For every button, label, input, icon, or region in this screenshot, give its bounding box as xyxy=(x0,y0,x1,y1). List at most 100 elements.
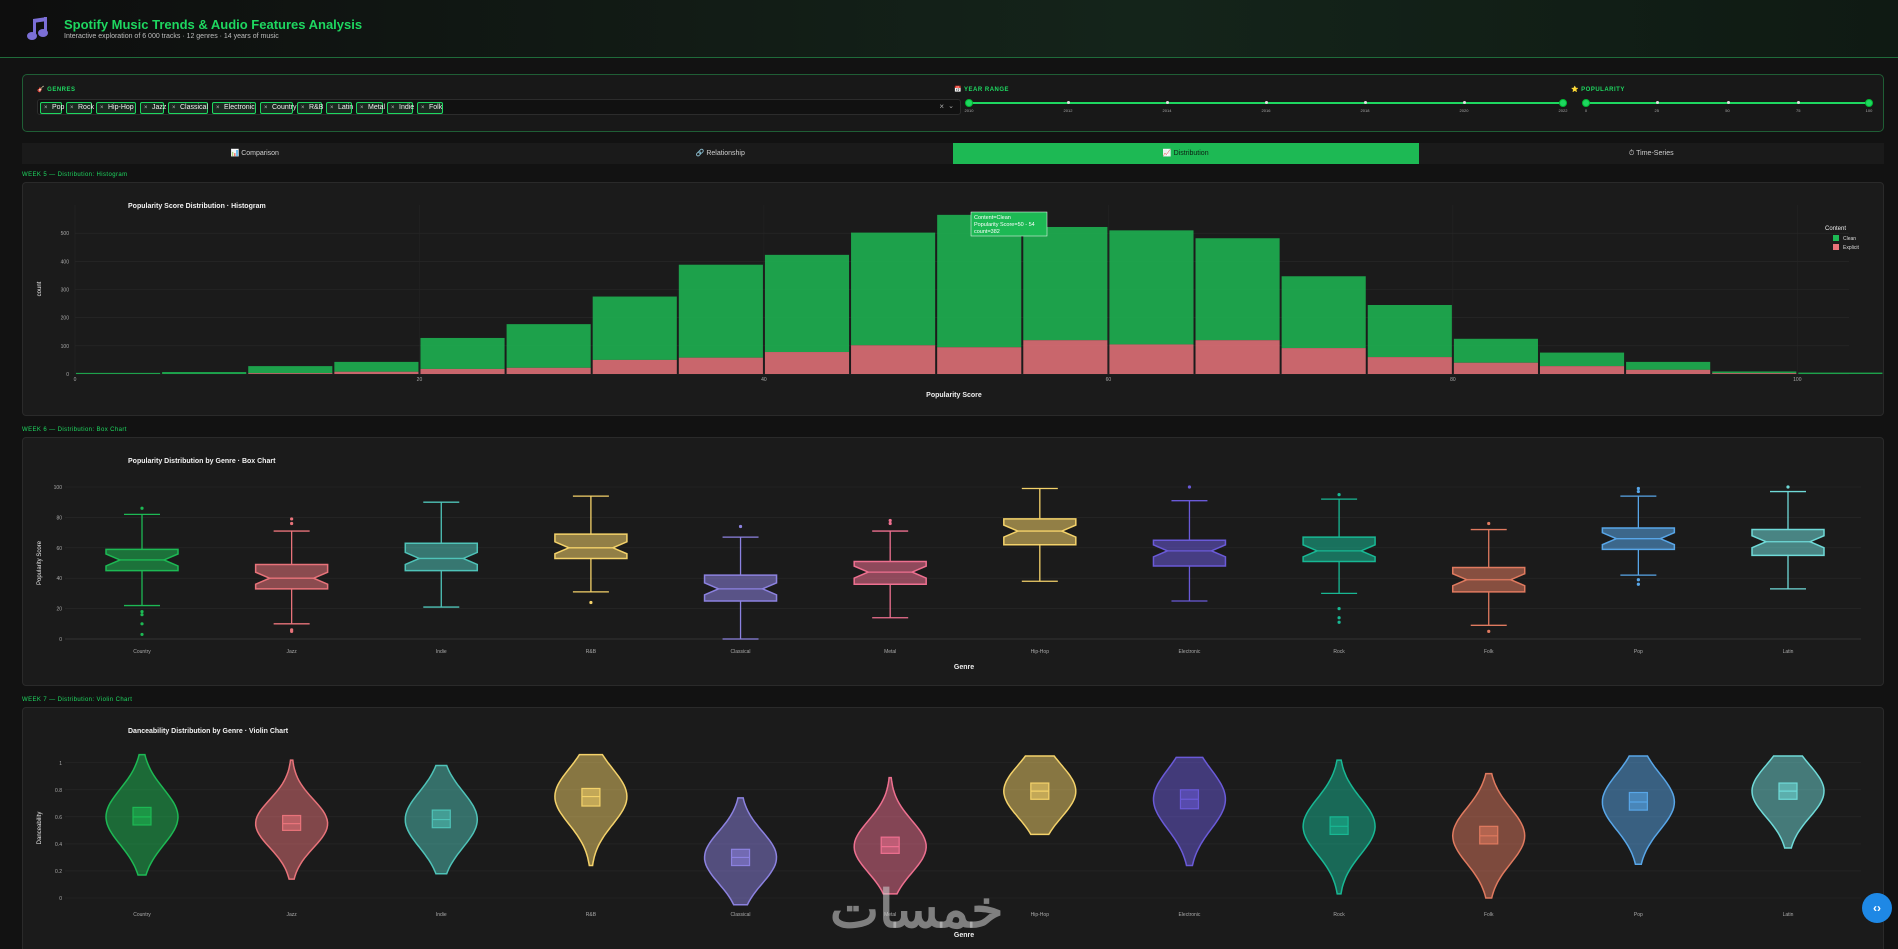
hist-bar-clean[interactable] xyxy=(1195,238,1280,341)
hist-bar-explicit[interactable] xyxy=(506,367,591,374)
popularity-slider-max-handle[interactable] xyxy=(1865,99,1873,107)
tab-distribution[interactable]: 📈 Distribution xyxy=(953,143,1419,164)
box-outlier-point[interactable] xyxy=(738,524,743,529)
genre-chip[interactable]: × Jazz xyxy=(140,102,166,114)
box-outlier-point[interactable] xyxy=(290,521,294,526)
chip-remove-icon[interactable]: × xyxy=(391,103,395,113)
box-classical[interactable] xyxy=(703,574,778,602)
chip-remove-icon[interactable]: × xyxy=(144,103,148,113)
box-jazz[interactable] xyxy=(254,563,329,590)
box-outlier-point[interactable] xyxy=(1636,489,1640,494)
hist-bar-explicit[interactable] xyxy=(1539,366,1625,374)
genre-multiselect[interactable]: × ⌄ × Pop × Rock × Hip-Hop × Jazz × Classical × Ele… xyxy=(37,99,961,115)
chevron-down-icon[interactable]: ⌄ xyxy=(948,102,954,110)
genre-chip[interactable]: × Folk xyxy=(417,102,443,114)
hist-bar-clean[interactable] xyxy=(76,372,161,374)
hist-bar-explicit[interactable] xyxy=(1281,348,1366,374)
chip-remove-icon[interactable]: × xyxy=(264,103,268,113)
hist-bar-explicit[interactable] xyxy=(1453,362,1538,374)
genre-chip[interactable]: × Electronic xyxy=(212,102,256,114)
box-electronic[interactable] xyxy=(1152,539,1227,567)
clear-genres-icon[interactable]: × xyxy=(939,102,944,111)
box-indie[interactable] xyxy=(404,542,479,572)
hist-bar-explicit[interactable] xyxy=(420,368,505,374)
hist-bar-explicit[interactable] xyxy=(851,345,936,374)
hist-bar-explicit[interactable] xyxy=(592,359,677,374)
box-chart[interactable]: Popularity Distribution by Genre · Box C… xyxy=(23,438,1885,687)
box-outlier-point[interactable] xyxy=(290,517,294,521)
hist-bar-explicit[interactable] xyxy=(1712,373,1797,374)
code-toggle-button[interactable]: ‹› xyxy=(1862,893,1892,923)
box-metal[interactable] xyxy=(853,560,927,586)
genre-chip[interactable]: × Pop xyxy=(40,102,64,114)
hist-bar-explicit[interactable] xyxy=(1626,369,1711,374)
tab-time-series[interactable]: ⏱ Time-Series xyxy=(1419,143,1885,164)
box-outlier-point[interactable] xyxy=(1636,578,1640,582)
hist-bar-clean[interactable] xyxy=(1539,352,1625,367)
violin-latin[interactable] xyxy=(1751,755,1825,849)
box-outlier-point[interactable] xyxy=(1337,620,1341,624)
popularity-range-slider[interactable]: 0 25 50 75 100 xyxy=(1582,94,1873,114)
hist-bar-clean[interactable] xyxy=(1109,230,1194,345)
genre-chip[interactable]: × Rock xyxy=(66,102,94,114)
hist-bar-explicit[interactable] xyxy=(334,371,419,374)
genre-chip[interactable]: × Indie xyxy=(387,102,414,114)
box-hip-hop[interactable] xyxy=(1003,518,1077,546)
hist-bar-explicit[interactable] xyxy=(764,352,850,374)
hist-bar-explicit[interactable] xyxy=(1023,340,1108,374)
genre-chip[interactable]: × Classical xyxy=(168,102,208,114)
violin-electronic[interactable] xyxy=(1152,756,1227,867)
chip-remove-icon[interactable]: × xyxy=(360,103,364,113)
hist-bar-explicit[interactable] xyxy=(678,357,763,374)
box-outlier-point[interactable] xyxy=(140,632,144,637)
box-outlier-point[interactable] xyxy=(1487,629,1491,633)
hist-bar-clean[interactable] xyxy=(764,254,850,353)
box-outlier-point[interactable] xyxy=(140,506,144,510)
chip-remove-icon[interactable]: × xyxy=(172,103,176,113)
genre-chip[interactable]: × Hip-Hop xyxy=(96,102,136,114)
box-outlier-point[interactable] xyxy=(140,622,144,626)
chip-remove-icon[interactable]: × xyxy=(301,103,305,113)
hist-bar-explicit[interactable] xyxy=(937,347,1022,374)
hist-bar-explicit[interactable] xyxy=(248,373,333,374)
chip-remove-icon[interactable]: × xyxy=(216,103,220,113)
hist-bar-clean[interactable] xyxy=(420,337,505,369)
hist-bar-clean[interactable] xyxy=(248,366,333,374)
year-slider-min-handle[interactable] xyxy=(965,99,973,107)
chip-remove-icon[interactable]: × xyxy=(44,103,48,113)
box-outlier-point[interactable] xyxy=(1187,485,1192,489)
box-outlier-point[interactable] xyxy=(1337,493,1341,497)
hist-bar-explicit[interactable] xyxy=(1195,340,1280,374)
hist-bar-explicit[interactable] xyxy=(1367,357,1452,374)
hist-bar-explicit[interactable] xyxy=(1109,344,1194,374)
box-outlier-point[interactable] xyxy=(1636,486,1640,491)
hist-bar-clean[interactable] xyxy=(1798,372,1883,374)
hist-bar-clean[interactable] xyxy=(506,324,591,368)
box-latin[interactable] xyxy=(1751,528,1825,557)
histogram-chart[interactable]: Popularity Score Distribution · Histogra… xyxy=(23,183,1885,417)
genre-chip[interactable]: × Metal xyxy=(356,102,385,114)
violin-r&b[interactable] xyxy=(554,753,628,867)
year-slider-max-handle[interactable] xyxy=(1559,99,1567,107)
hist-bar-clean[interactable] xyxy=(1712,371,1797,374)
hist-bar-clean[interactable] xyxy=(678,264,763,358)
hist-bar-clean[interactable] xyxy=(334,361,419,372)
tab-relationship[interactable]: 🔗 Relationship xyxy=(488,143,954,164)
box-outlier-point[interactable] xyxy=(888,518,892,523)
box-r&b[interactable] xyxy=(554,533,628,560)
hist-bar-clean[interactable] xyxy=(1626,361,1711,370)
genre-chip[interactable]: × R&B xyxy=(297,102,323,114)
hist-bar-clean[interactable] xyxy=(592,296,677,360)
box-outlier-point[interactable] xyxy=(290,628,294,632)
hist-bar-clean[interactable] xyxy=(1453,338,1538,363)
box-outlier-point[interactable] xyxy=(140,613,144,617)
hist-bar-clean[interactable] xyxy=(851,232,936,346)
hist-bar-clean[interactable] xyxy=(1281,276,1366,349)
chip-remove-icon[interactable]: × xyxy=(421,103,425,113)
chip-remove-icon[interactable]: × xyxy=(330,103,334,113)
box-outlier-point[interactable] xyxy=(1636,582,1640,586)
genre-chip[interactable]: × Latin xyxy=(326,102,353,114)
hist-bar-clean[interactable] xyxy=(162,372,247,374)
violin-metal[interactable] xyxy=(853,776,927,895)
chip-remove-icon[interactable]: × xyxy=(100,103,104,113)
